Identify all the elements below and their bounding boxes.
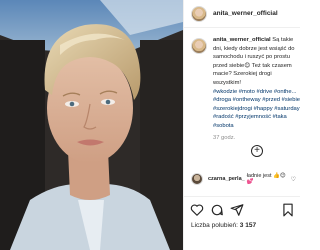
post-time[interactable]: 37 godz. <box>213 134 300 143</box>
plus-circle-icon: + <box>254 144 260 156</box>
comment-avatar[interactable] <box>191 173 203 185</box>
post-photo[interactable] <box>0 0 183 250</box>
share-icon <box>230 204 244 216</box>
post-actions <box>190 203 295 217</box>
comment-row: czarna_perla_ ładnie jest 👍😊💕 ♡ <box>184 172 300 186</box>
post-sidebar: anita_werner_official anita_werner_offic… <box>183 0 300 250</box>
likes-number: 3 157 <box>239 222 257 229</box>
comment-icon <box>211 204 223 216</box>
load-more-comments-button[interactable]: + <box>251 145 263 157</box>
avatar[interactable] <box>191 5 207 22</box>
bookmark-icon <box>283 203 293 217</box>
likes-count[interactable]: Liczba polubień: 3 157 <box>191 222 256 229</box>
comment-like-icon[interactable]: ♡ <box>291 176 296 183</box>
caption-body: Są takie dni, kiedy dobrze jest wsiąść d… <box>213 37 295 86</box>
caption-username[interactable]: anita_werner_official <box>213 37 271 43</box>
post-caption: anita_werner_official Są takie dni, kied… <box>184 36 300 142</box>
comment-button[interactable] <box>210 203 224 217</box>
comment-username[interactable]: czarna_perla_ <box>208 176 245 182</box>
caption-avatar[interactable] <box>191 38 207 54</box>
heart-icon <box>190 204 204 216</box>
likes-label: Liczba polubień: <box>191 222 238 229</box>
like-button[interactable] <box>190 203 204 217</box>
share-button[interactable] <box>230 203 244 217</box>
post-header: anita_werner_official <box>184 0 300 28</box>
comment-text: ładnie jest 👍😊💕 <box>246 173 286 185</box>
save-button[interactable] <box>281 203 295 217</box>
caption-text: anita_werner_official Są takie dni, kied… <box>213 36 300 142</box>
post-username[interactable]: anita_werner_official <box>213 10 278 17</box>
post-image <box>0 0 183 250</box>
divider <box>184 196 300 197</box>
caption-hashtags[interactable]: #wkodzie #moto #drive #onthe... #droga #… <box>213 89 300 129</box>
